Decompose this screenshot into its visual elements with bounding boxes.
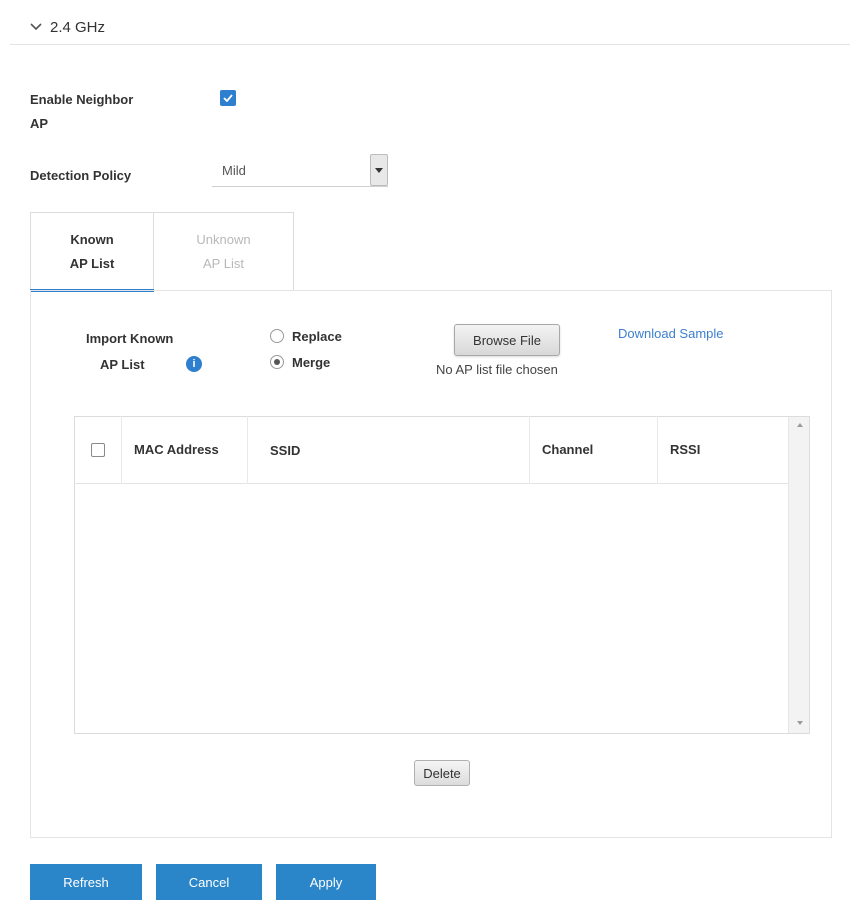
radio-replace[interactable]: Replace bbox=[270, 326, 342, 346]
checkmark-icon bbox=[223, 94, 233, 102]
refresh-button[interactable]: Refresh bbox=[30, 864, 142, 900]
info-icon[interactable]: i bbox=[186, 356, 202, 372]
scroll-down-arrow-icon[interactable] bbox=[789, 715, 810, 731]
tab-known-line2: AP List bbox=[69, 255, 115, 271]
browse-file-button[interactable]: Browse File bbox=[454, 324, 560, 356]
radio-merge[interactable]: Merge bbox=[270, 352, 330, 372]
section-title: 2.4 GHz bbox=[50, 18, 106, 36]
cancel-button[interactable]: Cancel bbox=[156, 864, 262, 900]
apply-button[interactable]: Apply bbox=[276, 864, 376, 900]
section-header-2-4ghz[interactable]: 2.4 GHz bbox=[30, 12, 830, 42]
detection-policy-select[interactable]: Mild bbox=[212, 154, 388, 187]
select-all-checkbox[interactable] bbox=[90, 443, 105, 457]
column-ssid[interactable]: SSID bbox=[258, 416, 530, 484]
column-channel[interactable]: Channel bbox=[530, 416, 658, 484]
enable-neighbor-ap-checkbox[interactable] bbox=[220, 90, 236, 106]
enable-neighbor-ap-label-line1: Enable Neighbor bbox=[30, 92, 134, 107]
detection-policy-value: Mild bbox=[222, 162, 246, 178]
tab-unknown-ap-list[interactable]: Unknown AP List bbox=[154, 212, 294, 290]
radio-merge-label: Merge bbox=[292, 354, 331, 370]
header-select-all bbox=[74, 416, 122, 484]
file-status-text: No AP list file chosen bbox=[436, 362, 558, 377]
tab-known-line1: Known bbox=[70, 231, 114, 247]
radio-replace-circle[interactable] bbox=[270, 329, 284, 343]
enable-neighbor-ap-label: Enable Neighbor AP bbox=[30, 88, 180, 136]
scroll-up-arrow-icon[interactable] bbox=[789, 417, 810, 433]
detection-policy-label: Detection Policy bbox=[30, 168, 132, 183]
tab-unknown-line1: Unknown bbox=[196, 231, 251, 247]
table-scrollbar[interactable] bbox=[788, 417, 809, 733]
delete-button[interactable]: Delete bbox=[414, 760, 470, 786]
table-header: MAC Address SSID Channel RSSI bbox=[74, 416, 788, 484]
import-label-line1: Import Known bbox=[86, 331, 174, 346]
chevron-down-icon bbox=[30, 20, 44, 34]
column-mac-address[interactable]: MAC Address bbox=[122, 416, 248, 484]
radio-merge-circle[interactable] bbox=[270, 355, 284, 369]
tab-unknown-line2: AP List bbox=[203, 255, 244, 271]
enable-neighbor-ap-label-line2: AP bbox=[30, 116, 49, 131]
dropdown-arrow-icon[interactable] bbox=[370, 154, 388, 186]
column-rssi[interactable]: RSSI bbox=[658, 416, 788, 484]
tab-known-ap-list[interactable]: Known AP List bbox=[30, 212, 154, 292]
download-sample-link[interactable]: Download Sample bbox=[618, 326, 724, 341]
section-divider bbox=[10, 44, 850, 45]
radio-replace-label: Replace bbox=[292, 328, 342, 344]
